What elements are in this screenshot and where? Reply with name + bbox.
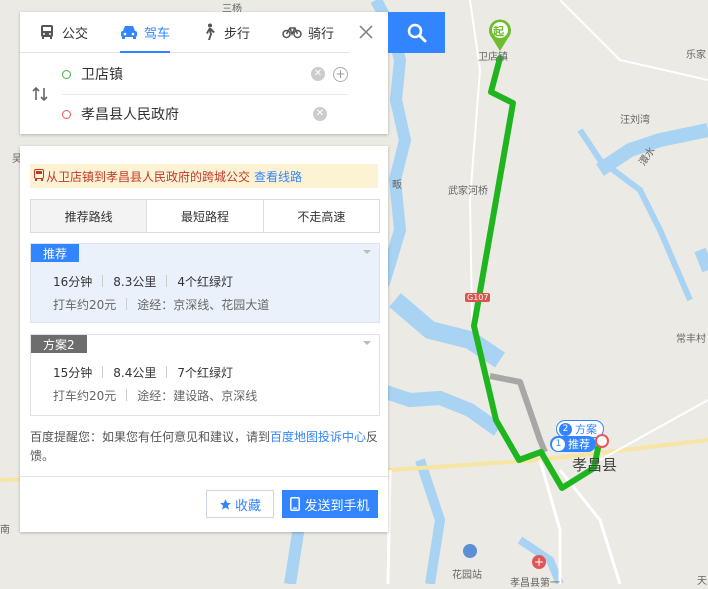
- tab-drive[interactable]: 驾车: [120, 12, 171, 53]
- feedback-reminder: 百度提醒您：如果您有任何意见和建议，请到百度地图投诉中心反馈。: [30, 428, 380, 466]
- tab-shortest[interactable]: 最短路程: [146, 200, 262, 232]
- phone-icon: [290, 497, 301, 511]
- map-label-changfeng: 常丰村: [676, 334, 706, 345]
- tab-bike[interactable]: 骑行: [282, 12, 334, 52]
- plan-recommended[interactable]: 推荐 16分钟 8.3公里 4个红绿灯 打车约20元 途经：京深线、花园大道: [30, 243, 380, 323]
- clear-end-icon[interactable]: ✕: [313, 107, 327, 121]
- end-marker[interactable]: [595, 434, 609, 448]
- plan-taxi-fare: 打车约20元: [53, 389, 117, 403]
- map-label-nan: 南: [0, 525, 10, 536]
- plan-badge: 推荐: [31, 244, 80, 262]
- callout-recommended-number: 1: [552, 437, 565, 451]
- add-waypoint-icon[interactable]: +: [333, 66, 348, 82]
- river: [694, 247, 708, 273]
- plan-time: 16分钟: [53, 275, 93, 289]
- expand-caret-icon[interactable]: [363, 341, 371, 345]
- start-marker[interactable]: 起: [487, 18, 513, 52]
- plan-distance: 8.3公里: [113, 275, 157, 289]
- callout-recommended[interactable]: 1 推荐: [550, 436, 596, 452]
- clear-start-icon[interactable]: ✕: [311, 67, 325, 81]
- reminder-text: 百度提醒您：如果您有任何意见和建议，请到: [30, 430, 271, 444]
- plan-taxi-fare: 打车约20元: [53, 298, 117, 312]
- search-icon: [407, 23, 426, 42]
- tab-drive-label: 驾车: [144, 26, 171, 42]
- favorite-label: 收藏: [234, 498, 261, 514]
- route-search-panel: 公交 驾车 步行 骑行 卫店镇 ✕ + 孝昌县人民政府 ✕: [20, 12, 388, 134]
- map-label-lejia: 乐家: [686, 50, 706, 61]
- map-label-xiaochang: 孝昌县: [572, 456, 618, 474]
- route-results-panel: 从卫店镇到孝昌县人民政府的跨城公交 查看线路 推荐路线 最短路程 不走高速 推荐…: [20, 146, 388, 532]
- end-field[interactable]: 孝昌县人民政府 ✕: [62, 94, 348, 134]
- callout-plan2-number: 2: [559, 422, 572, 436]
- plan-traffic-lights: 7个红绿灯: [177, 366, 234, 380]
- station-icon[interactable]: [463, 544, 477, 558]
- bus-icon: [38, 23, 56, 41]
- road-badge-g107: G107: [465, 293, 491, 302]
- tab-recommended[interactable]: 推荐路线: [31, 200, 147, 232]
- end-input[interactable]: 孝昌县人民政府: [81, 104, 313, 124]
- favorite-button[interactable]: 收藏: [206, 490, 274, 518]
- send-to-phone-button[interactable]: 发送到手机: [282, 490, 378, 518]
- plan-distance: 8.4公里: [113, 366, 157, 380]
- route-preference-tabs: 推荐路线 最短路程 不走高速: [30, 199, 380, 233]
- callout-recommended-label: 推荐: [568, 438, 590, 451]
- callout-plan2-label: 方案: [575, 423, 597, 436]
- divider: [20, 476, 388, 477]
- hospital-icon[interactable]: +: [532, 555, 546, 569]
- map-label-tian: 天: [697, 576, 707, 587]
- bus-notice-icon: [34, 168, 44, 184]
- view-route-link[interactable]: 查看线路: [254, 168, 302, 185]
- tab-walk-label: 步行: [224, 26, 251, 42]
- end-dot-icon: [62, 109, 71, 119]
- start-input[interactable]: 卫店镇: [81, 64, 311, 84]
- plan-2[interactable]: 方案2 15分钟 8.4公里 7个红绿灯 打车约20元 途经：建设路、京深线: [30, 334, 380, 416]
- road: [386, 469, 392, 584]
- tab-bus-label: 公交: [62, 26, 89, 42]
- swap-route-icon[interactable]: [32, 86, 48, 102]
- search-button[interactable]: [388, 12, 445, 53]
- bike-icon: [282, 23, 302, 41]
- map-label-wangliuwan: 汪刘湾: [620, 115, 650, 126]
- map-label-wujiahe: 武家河桥: [448, 186, 488, 197]
- plan-via: 途经：京深线、花园大道: [137, 298, 270, 312]
- tab-no-highway[interactable]: 不走高速: [262, 200, 379, 232]
- tab-bus[interactable]: 公交: [38, 12, 88, 52]
- notice-text: 从卫店镇到孝昌县人民政府的跨城公交: [46, 169, 251, 184]
- travel-mode-tabs: 公交 驾车 步行 骑行: [20, 12, 350, 53]
- plan-time: 15分钟: [53, 366, 93, 380]
- plan-badge: 方案2: [31, 335, 87, 353]
- start-marker-label: 起: [493, 25, 504, 38]
- map-label-huayuan: 花园站: [452, 570, 482, 581]
- close-icon[interactable]: [358, 24, 374, 40]
- map-label-fan: 畈: [392, 180, 402, 191]
- plan-via: 途经：建设路、京深线: [137, 389, 258, 403]
- expand-caret-icon[interactable]: [363, 250, 371, 254]
- map-label-xiaochang-first: 孝昌县第一: [510, 578, 560, 589]
- send-label: 发送到手机: [304, 498, 370, 514]
- car-icon: [120, 23, 138, 41]
- tab-bike-label: 骑行: [308, 26, 335, 42]
- cross-city-bus-notice: 从卫店镇到孝昌县人民政府的跨城公交 查看线路: [30, 164, 378, 188]
- start-field[interactable]: 卫店镇 ✕ +: [62, 54, 348, 95]
- star-icon: [220, 498, 231, 510]
- start-dot-icon: [62, 69, 71, 79]
- complaint-center-link[interactable]: 百度地图投诉中心: [270, 430, 366, 444]
- tab-walk[interactable]: 步行: [200, 12, 250, 52]
- walk-icon: [200, 23, 218, 41]
- plan-traffic-lights: 4个红绿灯: [177, 275, 234, 289]
